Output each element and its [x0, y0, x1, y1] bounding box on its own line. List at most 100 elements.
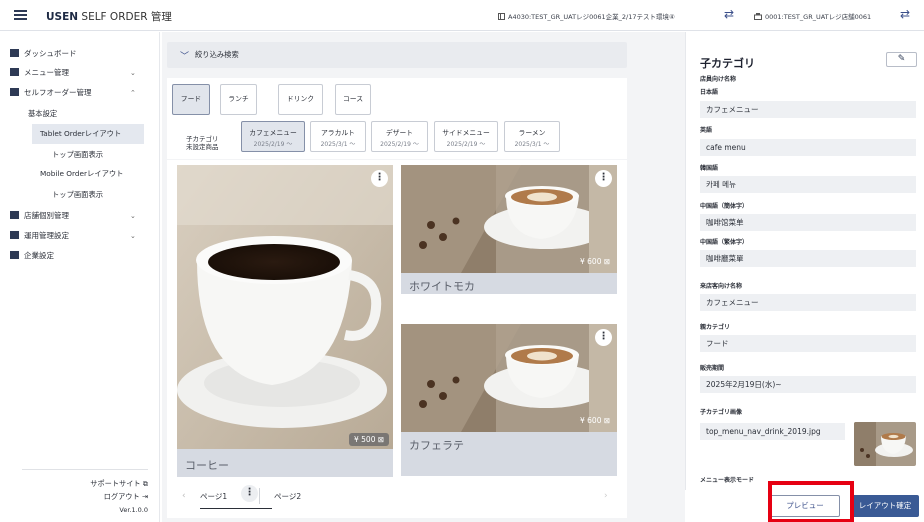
sidebar-item-label: 企業設定 — [24, 251, 54, 260]
product-price: ¥ 500 ⊠ — [349, 433, 390, 446]
subcategory-tab[interactable]: カフェメニュー 2025/2/19 ～ — [241, 121, 305, 152]
sidebar-item-dashboard[interactable]: ダッシュボード — [10, 48, 77, 59]
subcategory-tab[interactable]: デザート 2025/2/19 ～ — [371, 121, 428, 152]
sidebar: ダッシュボード メニュー管理 ⌄ セルフオーダー管理 ⌃ 基本設定 Tablet… — [0, 32, 160, 522]
chevron-left-icon[interactable]: ‹ — [182, 491, 186, 501]
sidebar-subitem-mobile-layout[interactable]: Mobile Orderレイアウト — [40, 169, 123, 179]
subcategory-date: 2025/2/19 ～ — [380, 141, 419, 148]
sidebar-item-label: ダッシュボード — [24, 49, 77, 58]
chevron-down-icon: ﹀ — [180, 52, 190, 62]
image-filename: top_menu_nav_drink_2019.jpg — [700, 423, 845, 440]
store-icon — [498, 13, 505, 20]
subcategory-tab[interactable]: ラーメン 2025/3/1 ～ — [504, 121, 560, 152]
panel-gap — [670, 32, 685, 522]
filter-search-bar[interactable]: ﹀ 絞り込み検索 — [167, 42, 627, 68]
sidebar-item-self-order[interactable]: セルフオーダー管理 — [10, 87, 92, 98]
subcategory-tab[interactable]: サイドメニュー 2025/2/19 ～ — [434, 121, 498, 152]
preview-button[interactable]: プレビュー — [770, 495, 840, 517]
tab-drink[interactable]: ドリンク — [278, 84, 323, 115]
register-info-text: 0001:TEST_GR_UATレジ店舗0061 — [765, 13, 872, 21]
divider — [259, 488, 260, 504]
divider — [22, 469, 148, 470]
dashboard-icon — [10, 49, 19, 57]
field-label-english: 英語 — [700, 127, 713, 134]
chevron-right-icon[interactable]: › — [604, 491, 608, 501]
chevron-up-icon[interactable]: ⌃ — [130, 89, 136, 97]
logout-link[interactable]: ログアウト ⇥ — [60, 492, 148, 502]
product-card[interactable]: ⋮ ¥ 600 ⊠ カフェラテ — [401, 324, 617, 476]
app-title-text: SELF ORDER 管理 — [81, 11, 172, 23]
sidebar-item-menu[interactable]: メニュー管理 — [10, 67, 69, 78]
subcategory-name: カフェメニュー — [249, 129, 297, 137]
field-label-chinese-simplified: 中国語（簡体字） — [700, 203, 749, 210]
logout-label: ログアウト — [103, 492, 140, 501]
store-icon — [10, 211, 19, 219]
product-card[interactable]: ⋮ ¥ 600 ⊠ ホワイトモカ — [401, 165, 617, 294]
tab-food[interactable]: フード — [172, 84, 210, 115]
subcategory-name: ラーメン — [518, 129, 546, 137]
subcategory-name: サイドメニュー — [442, 129, 490, 137]
more-options-icon[interactable]: ⋮ — [241, 485, 258, 502]
product-name: ホワイトモカ — [409, 280, 475, 293]
building-icon — [10, 251, 19, 259]
sidebar-subitem-basic[interactable]: 基本設定 — [28, 109, 57, 119]
detail-title: 子カテゴリ — [700, 57, 755, 70]
sidebar-item-operations[interactable]: 運用管理設定 — [10, 230, 69, 241]
chevron-down-icon[interactable]: ⌄ — [130, 212, 136, 220]
sidebar-subitem-tablet-layout[interactable]: Tablet Orderレイアウト — [40, 129, 121, 139]
field-label-parent-category: 親カテゴリ — [700, 324, 731, 331]
subcategory-date: 2025/3/1 ～ — [514, 141, 550, 148]
unset-subcategory-tab[interactable]: 子カテゴリ 未設定商品 — [186, 135, 219, 151]
support-link[interactable]: サポートサイト ⧉ — [60, 479, 148, 489]
sidebar-subitem-tablet-top[interactable]: トップ画面表示 — [52, 150, 103, 160]
subcategory-name: アラカルト — [321, 129, 355, 137]
top-bar: USEN SELF ORDER 管理 A4030:TEST_GR_UATレジ00… — [0, 0, 924, 31]
product-price: ¥ 600 ⊠ — [580, 416, 611, 425]
register-icon — [754, 13, 762, 20]
chevron-down-icon[interactable]: ⌄ — [130, 232, 136, 240]
swap-arrows-icon[interactable]: ⇄ — [724, 7, 734, 21]
filter-label: 絞り込み検索 — [195, 50, 239, 59]
more-options-icon[interactable]: ⋮ — [595, 329, 612, 346]
sidebar-item-store[interactable]: 店舗個別管理 — [10, 210, 69, 221]
field-value-parent-category: フード — [700, 335, 916, 352]
subcategory-tab[interactable]: アラカルト 2025/3/1 ～ — [310, 121, 366, 152]
external-link-icon: ⧉ — [140, 479, 148, 488]
sidebar-subitem-mobile-top[interactable]: トップ画面表示 — [52, 190, 103, 200]
edit-button[interactable]: ✎ — [886, 52, 917, 67]
register-selector[interactable]: 0001:TEST_GR_UATレジ店舗0061 — [754, 11, 871, 21]
product-image — [177, 165, 393, 449]
main-area: ﹀ 絞り込み検索 フード ランチ ドリンク コース 子カテゴリ 未設定商品 カフ… — [162, 32, 670, 522]
folder-icon — [10, 231, 19, 239]
more-options-icon[interactable]: ⋮ — [595, 170, 612, 187]
field-label-customer-name: 来店客向け名称 — [700, 283, 743, 290]
sidebar-item-label: 運用管理設定 — [24, 231, 69, 240]
app-title: USEN SELF ORDER 管理 — [46, 9, 172, 24]
unset-label-line1: 子カテゴリ — [186, 135, 219, 143]
confirm-layout-button[interactable]: レイアウト確定 — [851, 495, 919, 517]
page-pagination: ‹ ページ1 ⋮ ページ2 › — [167, 478, 627, 518]
subcategory-date: 2025/2/19 ～ — [253, 141, 293, 148]
subcategory-date: 2025/2/19 ～ — [446, 141, 486, 148]
field-label-sales-period: 販売期間 — [700, 365, 725, 372]
store-selector[interactable]: A4030:TEST_GR_UATレジ0061企業_2/17テスト環境④ — [498, 11, 675, 21]
product-name: コーヒー — [185, 459, 229, 472]
page-tab-2[interactable]: ページ2 — [274, 491, 301, 502]
tablet-icon — [10, 88, 19, 96]
tab-course[interactable]: コース — [335, 84, 371, 115]
product-card[interactable]: ⋮ ¥ 500 ⊠ コーヒー — [177, 165, 393, 477]
tab-lunch[interactable]: ランチ — [220, 84, 257, 115]
staff-name-label: 店員向け名称 — [700, 76, 737, 83]
field-label-japanese: 日本語 — [700, 89, 719, 96]
more-options-icon[interactable]: ⋮ — [371, 170, 388, 187]
field-value-english: cafe menu — [700, 139, 916, 156]
field-value-chinese-traditional: 咖啡廳菜單 — [700, 250, 916, 267]
sidebar-item-company[interactable]: 企業設定 — [10, 250, 54, 261]
category-thumbnail — [854, 422, 916, 466]
chevron-down-icon[interactable]: ⌄ — [130, 69, 136, 77]
category-panel: フード ランチ ドリンク コース 子カテゴリ 未設定商品 カフェメニュー 202… — [167, 78, 627, 159]
page-tab-1[interactable]: ページ1 — [200, 491, 272, 509]
app-brand: USEN — [46, 11, 79, 23]
swap-arrows-icon[interactable]: ⇄ — [900, 7, 910, 21]
hamburger-icon[interactable] — [14, 10, 27, 20]
